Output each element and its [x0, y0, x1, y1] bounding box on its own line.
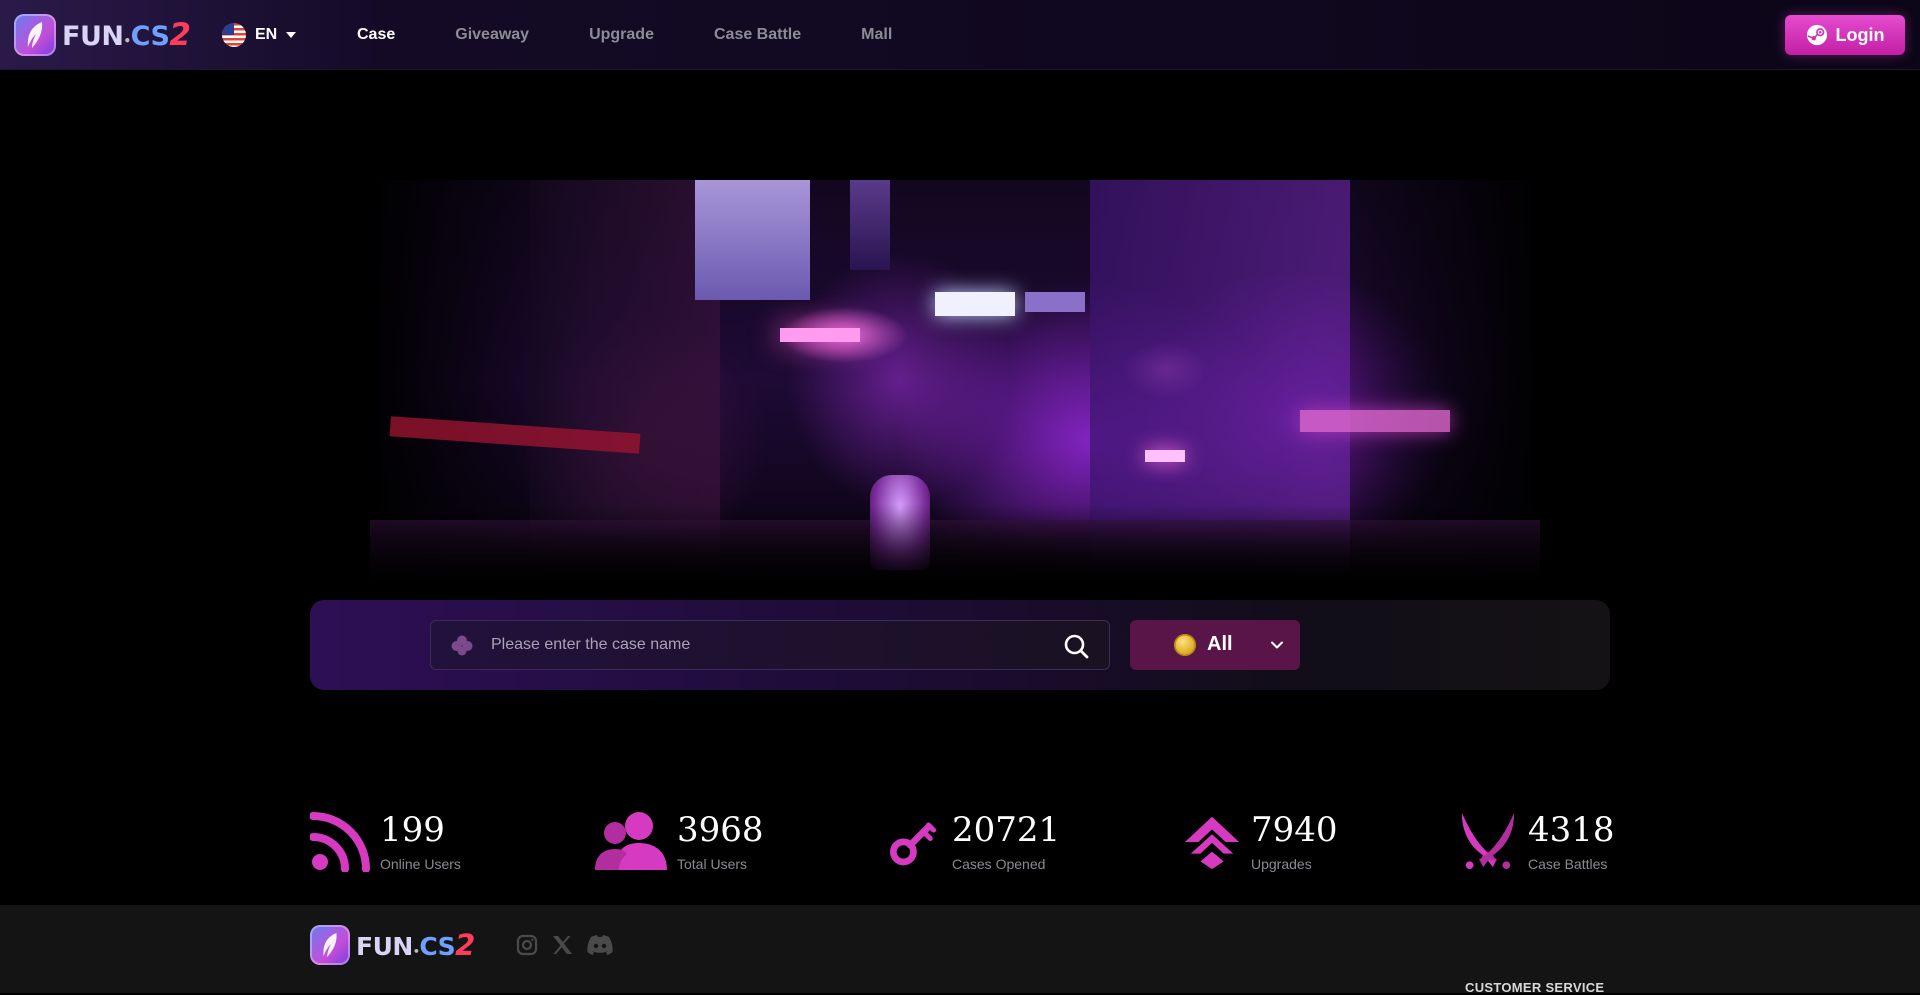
- footer: FUN•CS2: [0, 905, 1920, 993]
- nav-item-upgrade[interactable]: Upgrade: [589, 26, 654, 44]
- site-stats: 199 Online Users 3968 Total Users 20721 …: [310, 805, 1615, 895]
- filter-selected-value: All: [1207, 633, 1233, 655]
- search-icon[interactable]: [1063, 633, 1089, 659]
- us-flag-icon: [222, 23, 246, 47]
- case-search-panel: All: [310, 600, 1610, 690]
- steam-icon: [1806, 24, 1827, 46]
- logo-wordmark: FUN•CS2: [62, 17, 191, 53]
- x-icon[interactable]: [550, 933, 574, 957]
- language-code: EN: [255, 26, 278, 43]
- stat-label: Case Battles: [1528, 856, 1608, 872]
- stat-label: Total Users: [677, 856, 748, 872]
- users-icon: [595, 812, 667, 870]
- upgrade-arrow-icon: [1184, 816, 1240, 870]
- crossed-swords-icon: [1461, 812, 1515, 870]
- stat-label: Upgrades: [1251, 856, 1312, 872]
- rss-icon: [310, 812, 370, 872]
- coin-icon: [1174, 634, 1196, 656]
- top-navigation-bar: FUN•CS2 EN Case Giveaway Upgrade Case Ba…: [0, 0, 1920, 70]
- logo-wordmark: FUN•CS2: [356, 928, 475, 962]
- language-selector[interactable]: EN: [222, 22, 297, 48]
- key-icon: [890, 822, 937, 866]
- site-logo[interactable]: FUN•CS2: [14, 14, 191, 56]
- stat-value: 4318: [1528, 810, 1615, 850]
- stat-value: 7940: [1251, 810, 1338, 850]
- hero-banner-image: [370, 180, 1540, 585]
- instagram-icon[interactable]: [515, 933, 539, 957]
- caret-down-icon: [286, 32, 297, 38]
- stat-label: Cases Opened: [952, 856, 1046, 872]
- stat-value: 199: [380, 810, 445, 850]
- search-box: [430, 620, 1110, 670]
- nav-item-case-battle[interactable]: Case Battle: [714, 26, 801, 44]
- logo-feather-icon: [310, 925, 350, 965]
- login-label: Login: [1835, 24, 1885, 45]
- main-nav: Case Giveaway Upgrade Case Battle Mall: [357, 0, 952, 70]
- search-input[interactable]: [491, 621, 1041, 669]
- stat-value: 20721: [952, 810, 1061, 850]
- stat-value: 3968: [677, 810, 764, 850]
- logo-feather-icon: [14, 14, 56, 56]
- robot-figure: [870, 475, 930, 570]
- price-filter-dropdown[interactable]: All: [1130, 620, 1300, 670]
- nav-item-giveaway[interactable]: Giveaway: [455, 26, 529, 44]
- chevron-down-icon: [1271, 641, 1283, 649]
- nav-item-mall[interactable]: Mall: [861, 26, 892, 44]
- nav-item-case[interactable]: Case: [357, 26, 395, 44]
- login-button[interactable]: Login: [1785, 15, 1905, 55]
- clover-icon: [451, 635, 473, 656]
- stat-label: Online Users: [380, 856, 461, 872]
- footer-logo[interactable]: FUN•CS2: [310, 925, 475, 965]
- discord-icon[interactable]: [586, 933, 614, 957]
